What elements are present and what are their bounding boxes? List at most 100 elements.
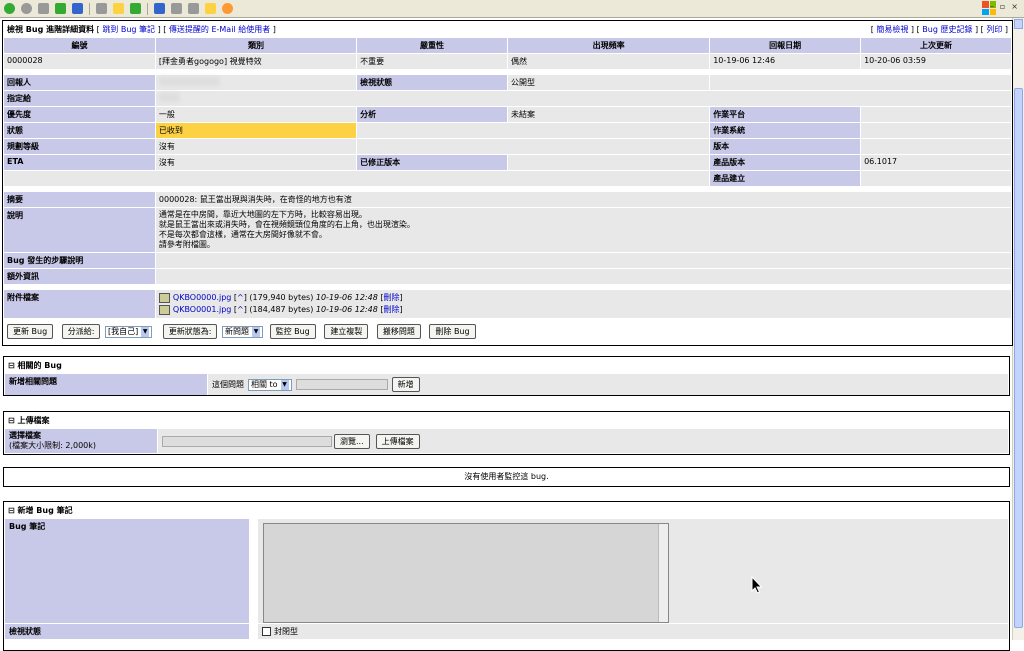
add-relation-button[interactable]: 新增 (391, 377, 420, 392)
mouse-cursor-icon (751, 576, 763, 594)
delete-bug-button[interactable]: 刪除 Bug (429, 324, 476, 339)
maximize-icon[interactable]: ▫ (1000, 2, 1005, 11)
summary-label: 摘要 (4, 192, 155, 207)
file-icon (158, 292, 170, 303)
assign-select[interactable]: [我自己] ▼ (104, 325, 153, 338)
description-line: 不是每次都會這樣，通常在大房間好像就不會。 (158, 230, 327, 239)
upload-title: 上傳檔案 (17, 416, 50, 425)
select-file-label: 選擇檔案 (9, 431, 41, 440)
note-row: Bug 筆記 (5, 519, 1008, 623)
attachment-item: QKBO0000.jpg [^] (179,940 bytes) 10-19-0… (158, 292, 1008, 304)
refresh-icon[interactable] (55, 3, 66, 14)
print-link[interactable]: 列印 (986, 25, 1002, 34)
add-note-header[interactable]: ⊟ 新增 Bug 筆記 (4, 502, 1009, 519)
status-select[interactable]: 新問題 ▼ (222, 325, 264, 338)
simple-view-link[interactable]: 簡易檢視 (876, 25, 908, 34)
upload-section: ⊟ 上傳檔案 選擇檔案 (檔案大小限制: 2,000k) 瀏覽... 上傳檔案 (3, 411, 1010, 455)
favorites-icon[interactable] (113, 3, 124, 14)
status-value: 已收到 (155, 123, 357, 138)
product-version-label: 產品版本 (710, 155, 861, 170)
col-header: 嚴重性 (357, 38, 507, 53)
stop-icon[interactable] (38, 3, 49, 14)
note-label: Bug 筆記 (5, 519, 249, 623)
print-icon[interactable] (171, 3, 182, 14)
update-bug-button[interactable]: 更新 Bug (7, 324, 54, 339)
relation-type-select[interactable]: 相關 to ▼ (248, 378, 292, 391)
upload-file-button[interactable]: 上傳檔案 (375, 433, 420, 449)
view-status-label: 檢視狀態 (357, 75, 507, 90)
clone-bug-button[interactable]: 建立複製 (324, 324, 369, 339)
bug-reported-date: 10-19-06 12:46 (710, 54, 861, 69)
private-label: 封閉型 (274, 627, 298, 636)
vertical-scrollbar[interactable] (1012, 18, 1024, 640)
send-reminder-link[interactable]: 傳送提醒的 E-Mail 給使用者 (169, 25, 270, 34)
attachment-link[interactable]: QKBO0001.jpg (173, 305, 231, 314)
forward-icon[interactable] (21, 3, 32, 14)
product-build-label: 產品建立 (710, 171, 861, 186)
attachments-list: QKBO0000.jpg [^] (179,940 bytes) 10-19-0… (155, 290, 1011, 318)
bug-updated-date: 10-20-06 03:59 (861, 54, 1011, 69)
upload-header[interactable]: ⊟ 上傳檔案 (4, 412, 1009, 429)
new-relation-controls: 這個問題 相關 to ▼ 新增 (208, 374, 1008, 395)
close-icon[interactable]: × (1011, 2, 1018, 11)
projection-value: 沒有 (155, 139, 357, 154)
description-line: 請參考附檔圖。 (158, 240, 215, 249)
attachment-link[interactable]: QKBO0000.jpg (173, 293, 231, 302)
related-bugs-title: 相關的 Bug (17, 361, 62, 370)
view-status-value: 公開型 (507, 75, 710, 90)
product-build-value (861, 171, 1011, 186)
current-issue-label: 這個問題 (212, 380, 244, 389)
jump-to-notes-link[interactable]: 跳到 Bug 筆記 (102, 25, 155, 34)
product-version-value: 06.1017 (861, 155, 1011, 170)
platform-label: 作業平台 (710, 107, 861, 122)
private-checkbox[interactable] (262, 627, 271, 636)
history-link[interactable]: Bug 歷史記錄 (922, 25, 972, 34)
browse-button[interactable]: 瀏覽... (334, 433, 370, 449)
page-title: 檢視 Bug 進階詳細資料 (7, 25, 95, 34)
attachment-item: QKBO0001.jpg [^] (184,487 bytes) 10-19-0… (158, 304, 1008, 316)
history-icon[interactable] (130, 3, 141, 14)
textarea-scrollbar[interactable] (658, 524, 668, 622)
attachment-date: 10-19-06 12:48 (315, 293, 378, 302)
attachment-delete-link[interactable]: 刪除 (383, 305, 399, 314)
attachment-open-link[interactable]: ^ (237, 293, 244, 302)
assign-button[interactable]: 分派給: (61, 324, 101, 339)
related-bugs-header[interactable]: ⊟ 相關的 Bug (4, 357, 1009, 374)
change-status-button[interactable]: 更新狀態為: (162, 324, 218, 339)
window-controls: – ▫ × (990, 2, 1018, 11)
file-path-input[interactable] (162, 435, 332, 447)
minimize-icon[interactable]: – (990, 2, 994, 11)
attachment-size: (179,940 bytes) (249, 293, 314, 302)
related-bug-id-input[interactable] (295, 379, 388, 390)
upload-controls: 瀏覽... 上傳檔案 (158, 429, 1008, 453)
redacted-name (158, 77, 219, 86)
description-label: 說明 (4, 208, 155, 252)
view-links: [ 簡易檢視 ] [ Bug 歷史記錄 ] [ 列印 ] (710, 22, 1011, 37)
search-icon[interactable] (96, 3, 107, 14)
monitor-bug-button[interactable]: 監控 Bug (269, 324, 316, 339)
attachment-delete-link[interactable]: 刪除 (383, 293, 399, 302)
monitor-note: 沒有使用者監控這 bug. (3, 467, 1010, 487)
bug-severity: 不重要 (357, 54, 507, 69)
assigned-label: 指定給 (4, 91, 155, 106)
mail-icon[interactable] (154, 3, 165, 14)
note-view-status-row: 檢視狀態 封閉型 (5, 624, 1008, 639)
scrollbar-thumb[interactable] (1014, 88, 1023, 628)
messenger-icon[interactable] (222, 3, 233, 14)
discuss-icon[interactable] (205, 3, 216, 14)
scroll-up-icon[interactable] (1014, 19, 1023, 29)
edit-icon[interactable] (188, 3, 199, 14)
column-header-row: 編號 類別 嚴重性 出現頻率 回報日期 上次更新 (4, 38, 1011, 53)
move-bug-button[interactable]: 搬移問題 (376, 324, 421, 339)
note-textarea[interactable] (263, 523, 669, 623)
page-title-cell: 檢視 Bug 進階詳細資料 [ 跳到 Bug 筆記 ] [ 傳送提醒的 E-Ma… (4, 22, 710, 37)
attachments-label: 附件檔案 (4, 290, 155, 318)
chevron-down-icon: ▼ (252, 326, 261, 337)
home-icon[interactable] (72, 3, 83, 14)
upload-row: 選擇檔案 (檔案大小限制: 2,000k) 瀏覽... 上傳檔案 (5, 429, 1008, 453)
relation-select-value: 相關 to (251, 380, 278, 389)
os-label: 作業系統 (710, 123, 861, 138)
attachment-open-link[interactable]: ^ (237, 305, 244, 314)
back-icon[interactable] (4, 3, 15, 14)
col-header: 上次更新 (861, 38, 1011, 53)
